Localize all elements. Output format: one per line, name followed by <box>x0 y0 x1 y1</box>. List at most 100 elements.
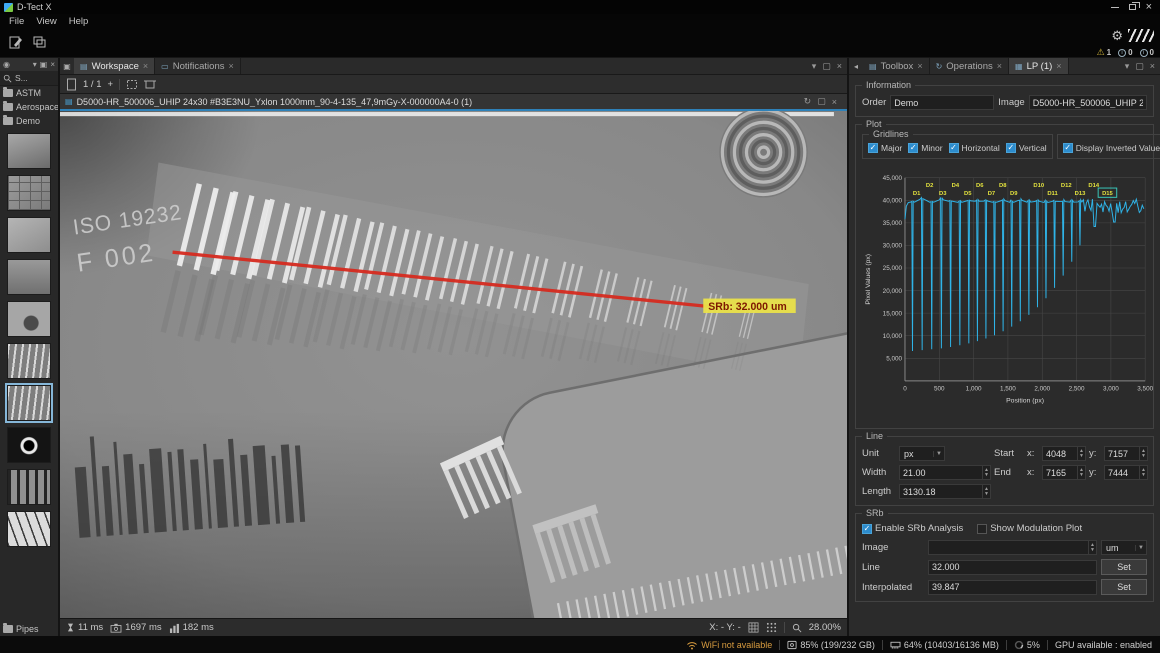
group-title: Gridlines <box>869 129 913 139</box>
images-icon[interactable] <box>30 35 48 51</box>
end-y-stepper[interactable]: ▲▼ <box>1104 465 1148 480</box>
panel-options-icon[interactable]: ◉ <box>3 60 10 69</box>
settings-gear-icon[interactable]: ⚙ <box>1111 29 1123 42</box>
checkbox-horizontal[interactable]: ✓ Horizontal <box>949 143 1000 153</box>
thumbnail[interactable] <box>7 259 51 295</box>
close-panel-icon[interactable]: × <box>1150 61 1155 71</box>
tab-close-icon[interactable]: × <box>1056 61 1061 71</box>
chevron-down-icon[interactable]: ▾ <box>1125 61 1130 72</box>
zoom-icon[interactable] <box>792 623 802 633</box>
close-icon[interactable]: × <box>1146 2 1152 12</box>
dots-grid-icon[interactable] <box>766 622 777 633</box>
add-page-button[interactable]: + <box>108 79 114 90</box>
refresh-icon[interactable]: ↻ <box>804 96 812 107</box>
cpu-status: 5% <box>1014 640 1040 650</box>
tab-notifications[interactable]: ▭ Notifications × <box>155 58 241 74</box>
thumbnail[interactable] <box>7 343 51 379</box>
thumbnail[interactable] <box>7 511 51 547</box>
thumbnail[interactable] <box>7 427 51 463</box>
tab-operations[interactable]: ↻ Operations × <box>930 58 1009 74</box>
folder-item-demo[interactable]: Demo <box>0 114 58 128</box>
restore-icon[interactable] <box>1129 4 1136 10</box>
tab-workspace[interactable]: ▤ Workspace × <box>74 58 155 74</box>
maximize-panel-icon[interactable]: ▢ <box>1135 61 1144 72</box>
explorer-search[interactable]: S... <box>0 71 58 86</box>
checkbox-enable-srb[interactable]: ✓ Enable SRb Analysis <box>862 523 963 534</box>
tab-close-icon[interactable]: × <box>143 61 148 71</box>
gridlines-group: Gridlines ✓ Major ✓ Minor ✓ H <box>862 134 1053 159</box>
checkbox-major[interactable]: ✓ Major <box>868 143 902 153</box>
srb-line-input[interactable] <box>928 560 1097 575</box>
tab-label: Toolbox <box>881 61 914 72</box>
tab-label: Workspace <box>92 61 139 72</box>
chevron-down-icon[interactable]: ▾ <box>812 61 817 72</box>
srb-unit-value: um <box>1106 543 1119 553</box>
maximize-panel-icon[interactable]: ▢ <box>822 61 831 72</box>
srb-interpolated-set-button[interactable]: Set <box>1101 579 1147 595</box>
warning-indicator[interactable]: ⚠1 <box>1097 48 1112 57</box>
svg-text:Position (px): Position (px) <box>1006 397 1044 404</box>
start-y-stepper[interactable]: ▲▼ <box>1104 446 1148 461</box>
folder-item-aerospace[interactable]: Aerospace <box>0 100 58 114</box>
chevron-down-icon[interactable]: ▾ <box>33 60 37 69</box>
thumbnail[interactable] <box>7 175 51 211</box>
x-label: x: <box>1027 467 1039 478</box>
marquee-icon[interactable] <box>126 79 138 90</box>
dock-icon[interactable]: ▣ <box>40 60 48 69</box>
checkbox-show-modulation[interactable]: ✓ Show Modulation Plot <box>977 523 1082 534</box>
tab-lp[interactable]: ▦ LP (1) × <box>1009 58 1069 74</box>
close-panel-icon[interactable]: × <box>837 61 842 71</box>
thumbnail[interactable] <box>7 301 51 337</box>
folder-item-astm[interactable]: ASTM <box>0 86 58 100</box>
close-doc-icon[interactable]: × <box>832 97 837 107</box>
minimize-icon[interactable] <box>1111 7 1119 8</box>
srb-interpolated-label: Interpolated <box>862 582 924 593</box>
length-stepper[interactable]: ▲▼ <box>899 484 991 499</box>
end-x-stepper[interactable]: ▲▼ <box>1042 465 1086 480</box>
folder-item-pipes[interactable]: Pipes <box>0 622 58 636</box>
image-viewer[interactable]: ISO 19232 F 002 SRb: 32.000 um <box>60 111 847 618</box>
image-input[interactable] <box>1029 95 1147 110</box>
xray-image[interactable]: ISO 19232 F 002 SRb: 32.000 um <box>60 111 847 618</box>
srb-line-set-button[interactable]: Set <box>1101 559 1147 575</box>
tab-close-icon[interactable]: × <box>997 61 1002 71</box>
thumbnail[interactable] <box>7 469 51 505</box>
srb-unit-select[interactable]: um ▼ <box>1101 540 1147 555</box>
folder-icon <box>3 117 13 125</box>
maximize-doc-icon[interactable]: ▢ <box>817 96 826 107</box>
image-document-tab[interactable]: ▤ D5000-HR_500006_UHIP 24x30 #B3E3NU_Yxl… <box>60 94 847 111</box>
checkbox-vertical[interactable]: ✓ Vertical <box>1006 143 1047 153</box>
crop-icon[interactable] <box>144 79 156 90</box>
edit-report-icon[interactable] <box>6 35 24 51</box>
x-label: x: <box>1027 448 1039 459</box>
pin-icon[interactable]: ▣ <box>60 58 74 74</box>
folder-label: ASTM <box>16 88 41 98</box>
width-stepper[interactable]: ▲▼ <box>899 465 991 480</box>
thumbnail[interactable] <box>7 133 51 169</box>
tab-close-icon[interactable]: × <box>228 61 233 71</box>
folder-icon <box>3 103 13 111</box>
tab-toolbox[interactable]: ▤ Toolbox × <box>863 58 930 74</box>
srb-interpolated-input[interactable] <box>928 580 1097 595</box>
order-input[interactable] <box>890 95 994 110</box>
menu-file[interactable]: File <box>3 16 30 27</box>
toolbox-tab-icon: ▤ <box>869 62 877 71</box>
checkbox-minor[interactable]: ✓ Minor <box>908 143 942 153</box>
message-indicator[interactable]: i0 <box>1140 48 1154 57</box>
thumbnail[interactable] <box>7 385 51 421</box>
start-x-stepper[interactable]: ▲▼ <box>1042 446 1086 461</box>
info-indicator[interactable]: i0 <box>1118 48 1132 57</box>
menu-view[interactable]: View <box>30 16 62 27</box>
menubar: File View Help <box>0 14 1160 28</box>
thumbnail[interactable] <box>7 217 51 253</box>
zoom-level[interactable]: 28.00% <box>809 622 841 633</box>
tab-close-icon[interactable]: × <box>917 61 922 71</box>
scroll-left-icon[interactable]: ◂ <box>849 58 863 74</box>
grid-icon[interactable] <box>748 622 759 633</box>
checkbox-display-inverted[interactable]: ✓ Display Inverted Values <box>1063 143 1160 153</box>
menu-help[interactable]: Help <box>63 16 95 27</box>
panel-close-icon[interactable]: × <box>50 60 55 69</box>
search-input[interactable]: S... <box>15 73 28 83</box>
unit-select[interactable]: px ▼ <box>899 446 945 461</box>
srb-image-select[interactable]: ▲▼ <box>928 540 1097 555</box>
